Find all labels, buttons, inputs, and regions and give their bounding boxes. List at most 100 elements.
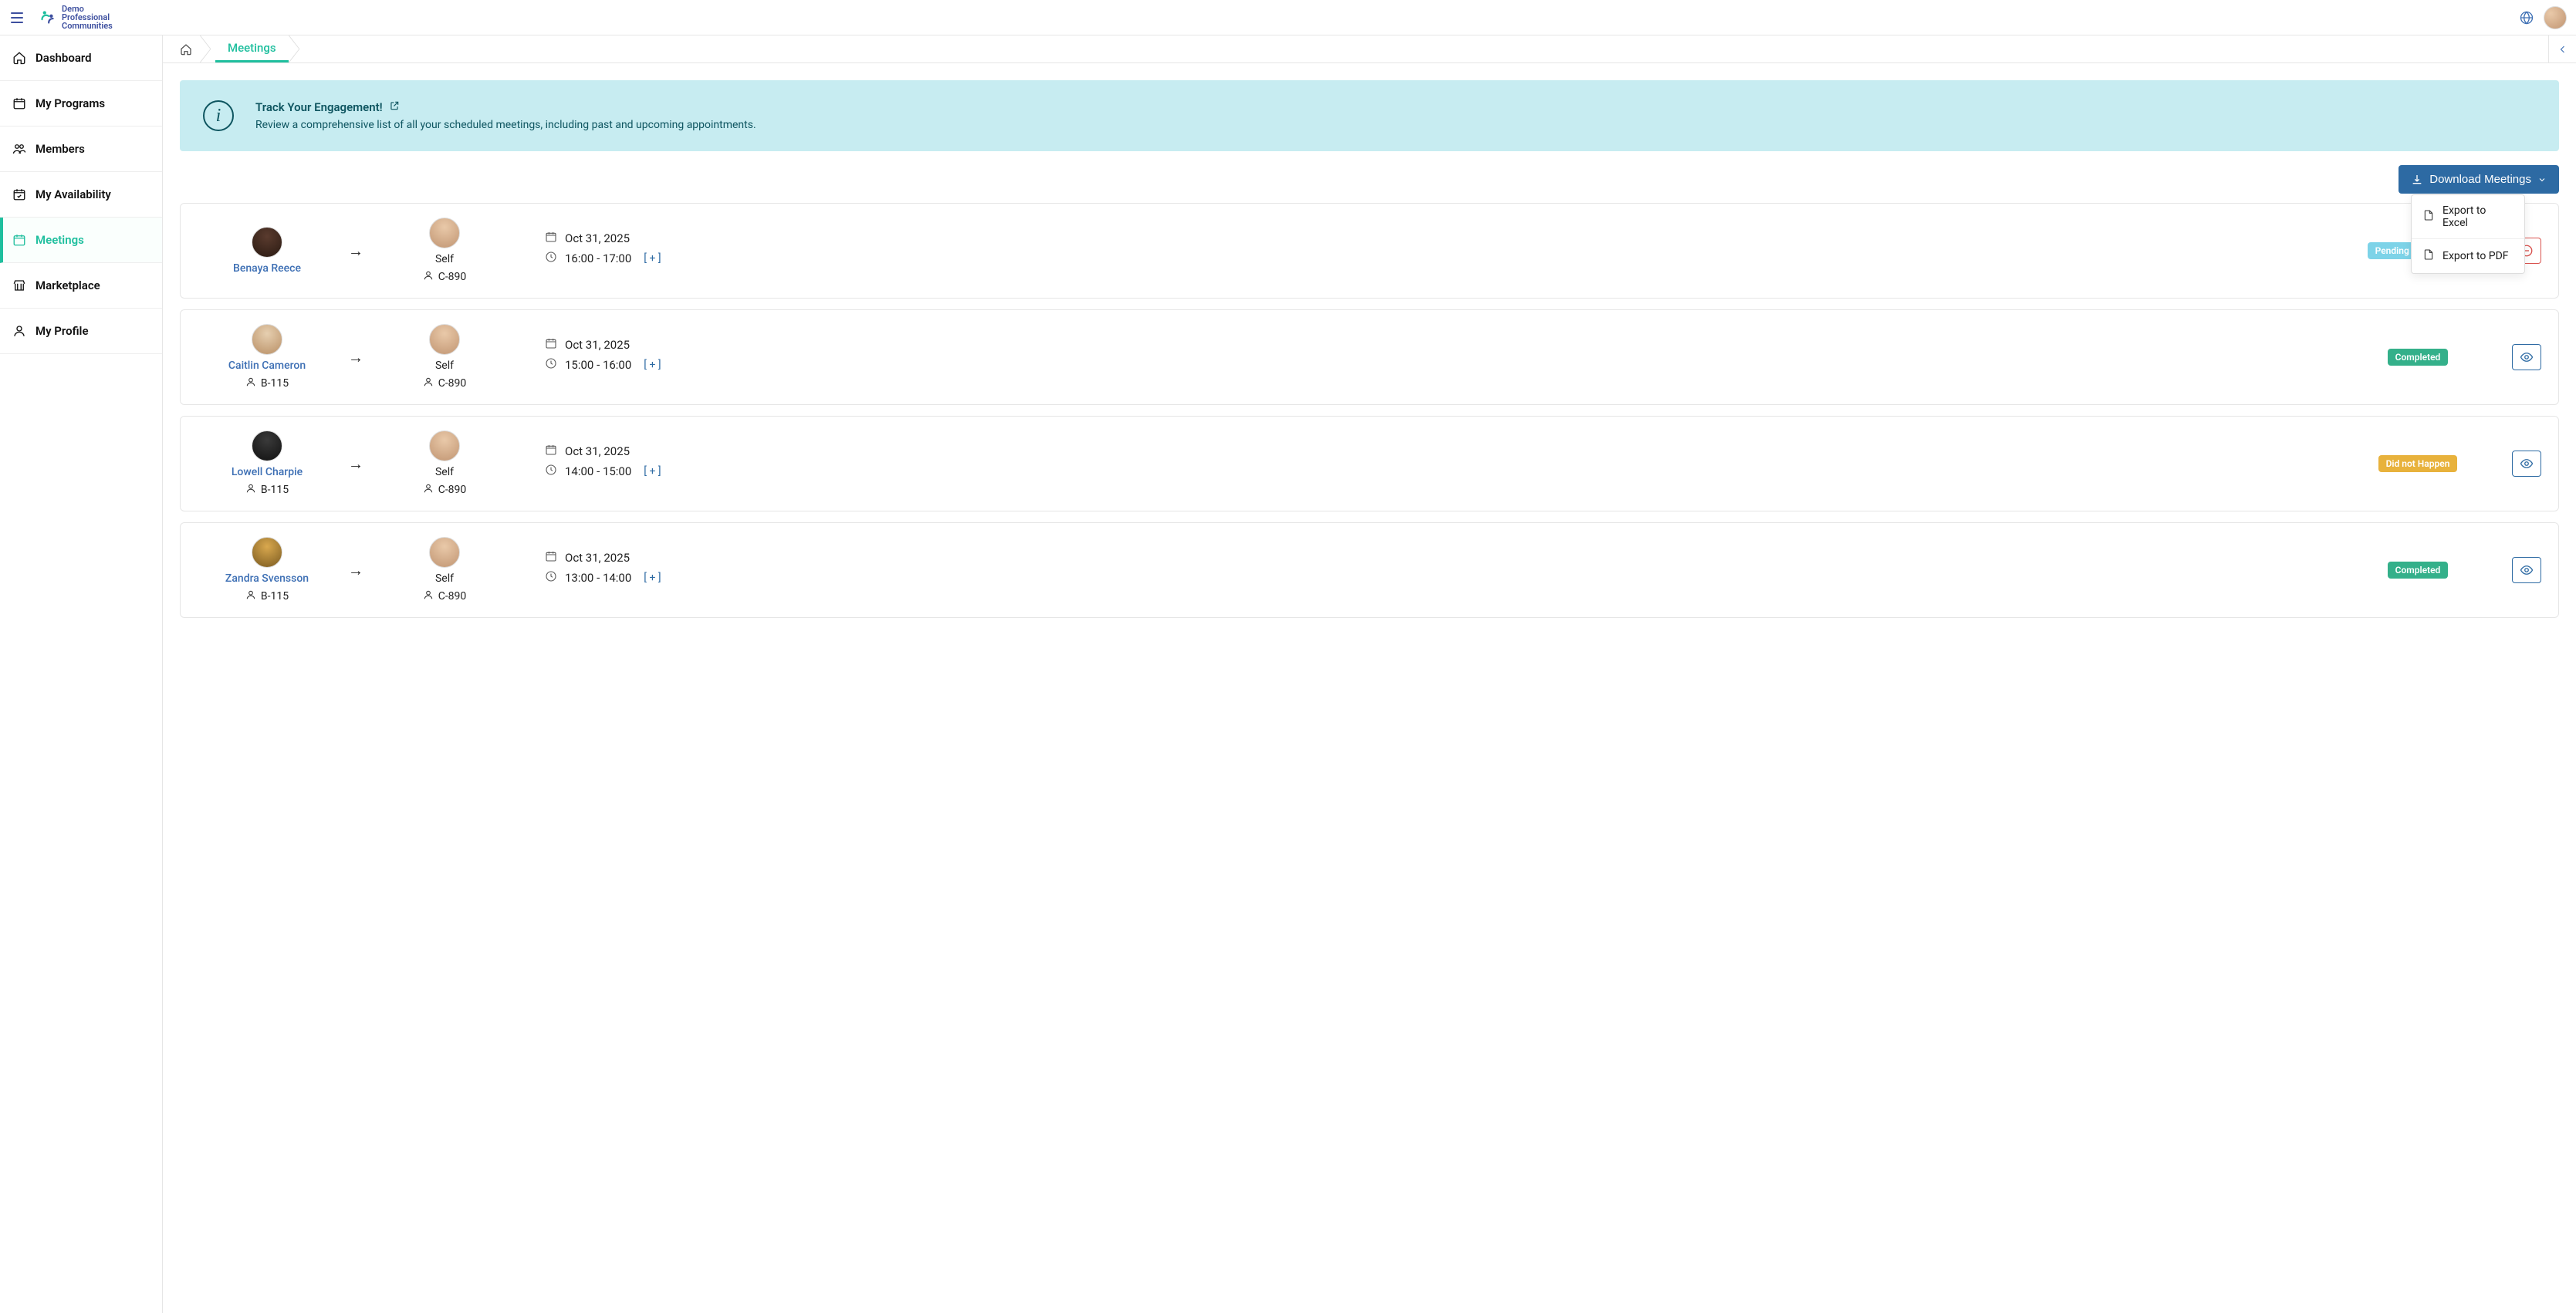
status-badge: Did not Happen — [2378, 455, 2458, 472]
sidebar-item-label: Marketplace — [35, 278, 100, 292]
clock-icon — [545, 464, 557, 479]
download-button-label: Download Meetings — [2429, 173, 2531, 186]
participant-name: Self — [435, 466, 454, 478]
avatar[interactable] — [429, 218, 460, 248]
clock-icon — [545, 357, 557, 373]
sidebar-item-marketplace[interactable]: Marketplace — [0, 263, 162, 309]
sidebar-item-label: My Availability — [35, 187, 111, 201]
participant-code: C-890 — [423, 376, 467, 390]
avatar[interactable] — [252, 430, 282, 461]
meeting-time: 15:00 - 16:00 — [565, 358, 631, 372]
expand-time-button[interactable]: [ + ] — [644, 252, 661, 265]
avatar[interactable] — [429, 430, 460, 461]
person-icon — [245, 589, 256, 603]
avatar[interactable] — [252, 227, 282, 258]
menu-toggle-button[interactable] — [8, 8, 26, 27]
file-excel-icon — [2422, 209, 2435, 224]
language-button[interactable] — [2519, 10, 2534, 25]
meeting-status: Completed — [2341, 349, 2495, 366]
expand-time-button[interactable]: [ + ] — [644, 359, 661, 371]
meeting-to: Self C-890 — [375, 430, 514, 497]
export-excel-item[interactable]: Export to Excel — [2412, 195, 2524, 239]
person-icon — [423, 483, 434, 497]
sidebar-item-members[interactable]: Members — [0, 127, 162, 172]
sidebar-item-meetings[interactable]: Meetings — [0, 218, 162, 263]
expand-time-button[interactable]: [ + ] — [644, 572, 661, 584]
person-icon — [423, 589, 434, 603]
chevron-down-icon — [2537, 175, 2547, 184]
meeting-from: Zandra Svensson B-115 — [198, 537, 336, 603]
user-avatar-button[interactable] — [2544, 6, 2567, 29]
meeting-datetime: Oct 31, 2025 15:00 - 16:00[ + ] — [514, 337, 2341, 377]
view-meeting-button[interactable] — [2512, 557, 2541, 583]
meeting-date: Oct 31, 2025 — [565, 551, 630, 565]
participant-name[interactable]: Zandra Svensson — [225, 572, 309, 585]
export-pdf-label: Export to PDF — [2442, 250, 2509, 262]
meeting-status: Completed — [2341, 562, 2495, 579]
participant-name[interactable]: Benaya Reece — [233, 262, 301, 275]
sidebar-item-my-programs[interactable]: My Programs — [0, 81, 162, 127]
clock-icon — [545, 570, 557, 586]
sidebar-item-label: My Programs — [35, 96, 105, 110]
logo-text: Demo Professional Communities — [62, 5, 113, 30]
status-badge: Completed — [2388, 562, 2449, 579]
participant-code: C-890 — [423, 589, 467, 603]
collapse-panel-button[interactable] — [2548, 35, 2576, 62]
avatar[interactable] — [252, 537, 282, 568]
status-badge: Completed — [2388, 349, 2449, 366]
header-right — [2519, 6, 2567, 29]
meeting-date: Oct 31, 2025 — [565, 444, 630, 458]
download-icon — [2411, 174, 2423, 186]
participant-name[interactable]: Lowell Charpie — [232, 466, 303, 478]
sidebar-item-label: Dashboard — [35, 51, 92, 65]
breadcrumb-current-label: Meetings — [228, 41, 276, 55]
breadcrumb-chevron-icon — [289, 35, 304, 62]
meeting-status: Did not Happen — [2341, 455, 2495, 472]
meeting-from: Caitlin Cameron B-115 — [198, 324, 336, 390]
meeting-datetime: Oct 31, 2025 13:00 - 14:00 [ + ] — [514, 550, 2341, 590]
arrow-right-icon: → — [336, 241, 375, 261]
banner-desc: Review a comprehensive list of all your … — [255, 119, 756, 131]
avatar[interactable] — [429, 324, 460, 355]
participant-code: C-890 — [423, 270, 467, 284]
view-meeting-button[interactable] — [2512, 344, 2541, 370]
meeting-date: Oct 31, 2025 — [565, 231, 630, 245]
participant-code: B-115 — [245, 376, 289, 390]
meeting-actions — [2495, 451, 2541, 477]
avatar[interactable] — [252, 324, 282, 355]
view-meeting-button[interactable] — [2512, 451, 2541, 477]
arrow-right-icon: → — [336, 348, 375, 367]
participant-name: Self — [435, 359, 454, 372]
meeting-card: Lowell Charpie B-115 → Self C-890 Oct 31… — [180, 416, 2559, 511]
sidebar-item-dashboard[interactable]: Dashboard — [0, 35, 162, 81]
meeting-to: Self C-890 — [375, 537, 514, 603]
meeting-card: Benaya Reece → Self C-890 Oct 31, 2025 1… — [180, 203, 2559, 299]
export-pdf-item[interactable]: Export to PDF — [2412, 239, 2524, 273]
clock-icon — [545, 251, 557, 266]
sidebar-item-my-profile[interactable]: My Profile — [0, 309, 162, 354]
meeting-from: Lowell Charpie B-115 — [198, 430, 336, 497]
actions-row: Download Meetings Export to Excel — [180, 165, 2559, 194]
arrow-right-icon: → — [336, 454, 375, 474]
calendar-icon — [545, 337, 557, 353]
meeting-to: Self C-890 — [375, 324, 514, 390]
participant-name[interactable]: Caitlin Cameron — [228, 359, 306, 372]
calendar-icon — [545, 231, 557, 246]
meeting-to: Self C-890 — [375, 218, 514, 284]
participant-name: Self — [435, 572, 454, 585]
breadcrumb-current[interactable]: Meetings — [215, 35, 289, 62]
breadcrumb-bar: Meetings — [163, 35, 2576, 63]
download-meetings-button[interactable]: Download Meetings — [2399, 165, 2559, 194]
external-link-icon[interactable] — [389, 100, 400, 114]
meeting-time: 13:00 - 14:00 — [565, 571, 631, 585]
sidebar: Dashboard My Programs Members My Availab… — [0, 35, 163, 1313]
breadcrumb-home[interactable] — [172, 35, 200, 62]
person-icon — [423, 270, 434, 284]
sidebar-item-my-availability[interactable]: My Availability — [0, 172, 162, 218]
calendar-icon — [545, 444, 557, 459]
participant-code: C-890 — [423, 483, 467, 497]
brand-logo[interactable]: Demo Professional Communities — [37, 5, 113, 30]
sidebar-item-label: My Profile — [35, 324, 89, 338]
avatar[interactable] — [429, 537, 460, 568]
expand-time-button[interactable]: [ + ] — [644, 465, 661, 478]
